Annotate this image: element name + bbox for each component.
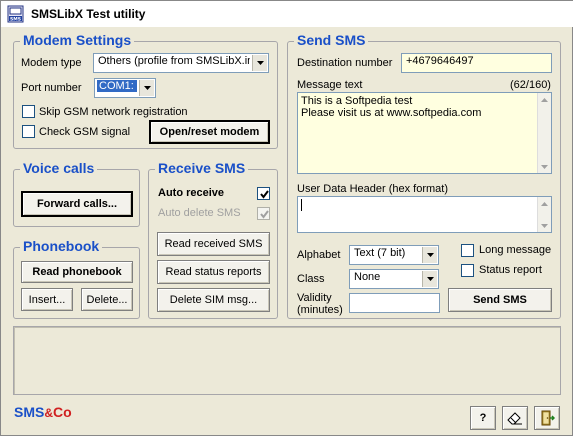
alphabet-label: Alphabet [297, 249, 341, 261]
checkmark-icon [260, 210, 269, 219]
window-title: SMSLibX Test utility [31, 7, 146, 21]
validity-input[interactable] [349, 293, 440, 313]
read-status-reports-button[interactable]: Read status reports [157, 260, 270, 284]
logo-sms-text: SMS [14, 404, 45, 420]
scroll-up-icon[interactable] [538, 93, 551, 106]
class-value: None [354, 271, 381, 283]
class-label: Class [297, 273, 325, 285]
port-number-value: COM1: [97, 80, 137, 92]
status-report-label: Status report [479, 264, 542, 276]
checkmark-icon [260, 190, 269, 199]
receive-sms-legend: Receive SMS [155, 160, 249, 176]
skip-gsm-checkbox[interactable] [22, 105, 35, 118]
chevron-down-icon[interactable] [139, 80, 154, 96]
status-panel [13, 326, 561, 395]
class-select[interactable]: None [349, 269, 439, 289]
udh-scrollbar[interactable] [537, 197, 551, 232]
phonebook-legend: Phonebook [20, 238, 103, 254]
scroll-down-icon[interactable] [538, 219, 551, 232]
check-signal-checkbox[interactable] [22, 125, 35, 138]
status-report-checkbox[interactable] [461, 264, 474, 277]
chevron-down-icon[interactable] [422, 247, 437, 263]
alphabet-value: Text (7 bit) [354, 247, 406, 259]
validity-units-label: (minutes) [297, 304, 343, 316]
exit-button[interactable] [534, 406, 560, 430]
chevron-down-icon[interactable] [422, 271, 437, 287]
svg-text:SMS: SMS [10, 17, 21, 23]
auto-delete-checkbox[interactable] [257, 207, 270, 220]
message-line-2: Please visit us at www.softpedia.com [301, 107, 482, 119]
message-text-label: Message text [297, 79, 363, 91]
eraser-icon [507, 412, 522, 425]
long-message-label: Long message [479, 244, 552, 256]
udh-text-area[interactable] [297, 196, 552, 233]
destination-number-label: Destination number [297, 57, 393, 69]
send-sms-button[interactable]: Send SMS [448, 288, 552, 312]
port-number-label: Port number [21, 82, 82, 94]
modem-type-label: Modem type [21, 57, 82, 69]
exit-door-icon [541, 410, 555, 426]
message-char-count: (62/160) [510, 79, 551, 91]
long-message-checkbox[interactable] [461, 244, 474, 257]
message-text-area[interactable]: This is a Softpedia test Please visit us… [297, 92, 552, 174]
insert-button[interactable]: Insert... [21, 288, 73, 311]
clear-button[interactable] [502, 406, 528, 430]
check-signal-label: Check GSM signal [39, 126, 131, 138]
voice-calls-legend: Voice calls [20, 160, 98, 176]
udh-label: User Data Header (hex format) [297, 183, 448, 195]
port-number-select[interactable]: COM1: [94, 78, 156, 98]
forward-calls-button[interactable]: Forward calls... [21, 191, 133, 217]
scroll-up-icon[interactable] [538, 197, 551, 210]
app-window: SMS SMSLibX Test utility Modem Settings … [0, 0, 573, 436]
modem-settings-legend: Modem Settings [20, 32, 135, 48]
send-sms-legend: Send SMS [294, 32, 369, 48]
auto-delete-label: Auto delete SMS [158, 207, 241, 219]
open-reset-modem-button[interactable]: Open/reset modem [149, 120, 270, 144]
skip-gsm-label: Skip GSM network registration [39, 106, 188, 118]
validity-label: Validity [297, 292, 332, 304]
logo-co-text: Co [53, 404, 72, 420]
destination-number-input[interactable]: +4679646497 [401, 53, 552, 73]
delete-button[interactable]: Delete... [81, 288, 133, 311]
help-button[interactable]: ? [470, 406, 496, 430]
message-line-1: This is a Softpedia test [301, 95, 413, 107]
auto-receive-label: Auto receive [158, 187, 225, 199]
modem-type-select[interactable]: Others (profile from SMSLibX.ini) [93, 53, 269, 73]
read-received-sms-button[interactable]: Read received SMS [157, 232, 270, 256]
sms-and-co-logo: SMS&Co [14, 404, 72, 420]
logo-amp-text: & [44, 406, 54, 420]
alphabet-select[interactable]: Text (7 bit) [349, 245, 439, 265]
message-scrollbar[interactable] [537, 93, 551, 173]
chevron-down-icon[interactable] [252, 55, 267, 71]
delete-sim-msg-button[interactable]: Delete SIM msg... [157, 288, 270, 312]
title-bar: SMS SMSLibX Test utility [1, 1, 573, 27]
sms-app-icon: SMS [7, 5, 24, 23]
read-phonebook-button[interactable]: Read phonebook [21, 261, 133, 283]
auto-receive-checkbox[interactable] [257, 187, 270, 200]
modem-type-value: Others (profile from SMSLibX.ini) [98, 55, 250, 67]
scroll-down-icon[interactable] [538, 160, 551, 173]
